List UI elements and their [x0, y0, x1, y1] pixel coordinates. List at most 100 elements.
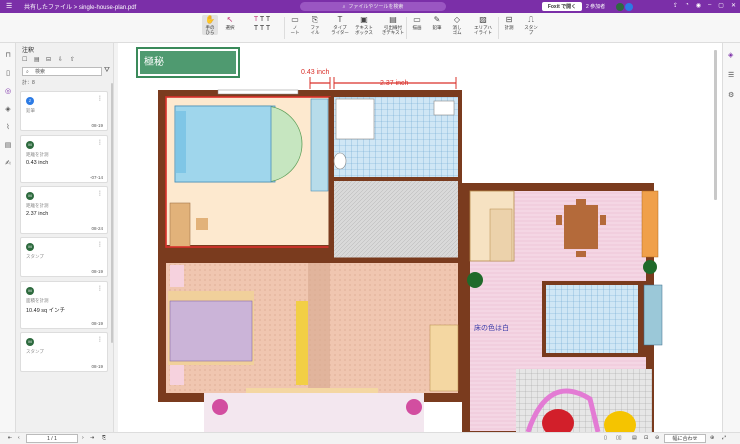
pages-icon[interactable]: ▯: [4, 69, 12, 77]
comments-icon[interactable]: ◎: [4, 87, 12, 95]
select-icon: ↖: [226, 15, 234, 24]
single-page-icon[interactable]: ▯: [604, 435, 607, 441]
fit-icon[interactable]: ⊡: [644, 435, 648, 441]
annotation-search-input[interactable]: ⌕ 検索: [22, 67, 102, 76]
text-squiggly-icon[interactable]: T: [266, 25, 270, 32]
breadcrumb[interactable]: 共有したファイル > single-house-plan.pdf: [24, 2, 136, 11]
text-highlight-icon[interactable]: T: [254, 16, 258, 23]
avatar: M: [26, 338, 34, 346]
tool-select[interactable]: ↖ 選択: [222, 15, 238, 30]
document-icon[interactable]: ▤: [4, 141, 12, 149]
tool-file[interactable]: ⎘ ファ イル: [308, 15, 322, 35]
document-canvas[interactable]: 極秘 0.43 inch 2.37 inch 床の色は白: [118, 43, 722, 432]
canvas-scrollbar[interactable]: [714, 50, 717, 200]
annotation-card[interactable]: M ⋮ 面積を計測 10.49 sq インチ 08-19: [20, 281, 108, 329]
search-input[interactable]: ⌕ ファイルやツールを検索: [300, 2, 446, 11]
text-replace-icon[interactable]: T: [260, 25, 264, 32]
more-icon[interactable]: ⋮: [97, 285, 103, 292]
tool-measure[interactable]: ⊟ 計測: [502, 15, 516, 30]
measure-label-1[interactable]: 0.43 inch: [301, 69, 329, 76]
filter-funnel-icon[interactable]: ⛛: [104, 67, 110, 75]
panel-scrollbar[interactable]: [111, 83, 113, 343]
minimize-icon[interactable]: –: [708, 2, 711, 9]
tool-area-highlight[interactable]: ▨ エリアハ イライト: [470, 15, 496, 35]
tool-pencil[interactable]: ✎ 鉛筆: [430, 15, 444, 30]
ai-assistant-icon[interactable]: ◈: [728, 51, 733, 59]
share-icon[interactable]: ⇪: [673, 2, 678, 9]
export-icon[interactable]: ⇧: [70, 56, 75, 63]
text-underline-icon[interactable]: T: [260, 16, 264, 23]
maximize-icon[interactable]: ▢: [718, 2, 724, 9]
expand-icon[interactable]: ▤: [34, 56, 40, 63]
annotation-card[interactable]: M ⋮ 距離を計測 0.43 inch -07-14: [20, 135, 108, 183]
next-page-icon[interactable]: ›: [82, 435, 84, 441]
import-icon[interactable]: ⇩: [58, 56, 63, 63]
open-in-foxit-button[interactable]: Foxit で開く: [542, 2, 582, 11]
avatar[interactable]: [616, 3, 624, 11]
page-back-icon[interactable]: ‹: [18, 435, 20, 441]
file-icon: ⎘: [311, 15, 319, 24]
window-controls: ⇪ ◔ ◉ – ▢ ✕: [673, 2, 736, 9]
more-icon[interactable]: ⋮: [97, 241, 103, 248]
tool-note[interactable]: ▭ ノ ート: [288, 15, 302, 35]
area-highlight-icon: ▨: [479, 15, 487, 24]
tool-eraser[interactable]: ◇ 消し ゴム: [450, 15, 464, 35]
more-icon[interactable]: ⋮: [97, 139, 103, 146]
measure-label-2[interactable]: 2.37 inch: [380, 80, 408, 87]
annotation-card[interactable]: Z ⋮ 鉛筆 08-19: [20, 91, 108, 131]
zoom-in-icon[interactable]: ⊕: [710, 435, 714, 441]
annotation-card[interactable]: M ⋮ スタンプ 08-19: [20, 332, 108, 372]
floor-note-text[interactable]: 床の色は白: [474, 323, 509, 333]
avatar: M: [26, 192, 34, 200]
panel-title: 注釈: [22, 48, 35, 54]
more-icon[interactable]: ⋮: [97, 190, 103, 197]
bell-icon[interactable]: ◔: [685, 2, 689, 9]
avatar[interactable]: [625, 3, 633, 11]
annotation-card[interactable]: M ⋮ スタンプ 08-19: [20, 237, 108, 277]
annotation-toolbar: ✋ 手の ひら ↖ 選択 T T T T T T ▭ ノ ート ⎘ ファ イル …: [0, 13, 740, 43]
close-icon[interactable]: ✕: [731, 2, 736, 9]
prev-page-icon[interactable]: ⇤: [8, 435, 12, 441]
last-page-icon[interactable]: ⇥: [90, 435, 94, 441]
page-number-input[interactable]: 1 / 1: [26, 434, 78, 443]
pencil-icon: ✎: [433, 15, 441, 24]
stamp-label[interactable]: 極秘: [144, 53, 164, 68]
signature-icon[interactable]: ✍: [4, 159, 12, 167]
collapse-icon[interactable]: ⊟: [46, 56, 51, 63]
avatar: M: [26, 243, 34, 251]
scroll-view-icon[interactable]: ▤: [632, 435, 637, 441]
text-markup-tools[interactable]: T T T T T T: [244, 15, 280, 33]
avatar: M: [26, 287, 34, 295]
text-strike-icon[interactable]: T: [266, 16, 270, 23]
more-icon[interactable]: ⋮: [97, 336, 103, 343]
tool-callout[interactable]: ▤ 引出線付 きテキスト: [378, 15, 408, 35]
user-icon[interactable]: ◉: [696, 2, 701, 9]
copy-page-icon[interactable]: ⎘: [102, 435, 106, 441]
tool-stamp[interactable]: ⎍ スタン プ: [522, 15, 540, 35]
text-insert-icon[interactable]: T: [254, 25, 258, 32]
tool-hand[interactable]: ✋ 手の ひら: [202, 15, 218, 35]
app-menu-icon[interactable]: ☰: [6, 2, 12, 10]
comment-icon[interactable]: ☰: [728, 71, 734, 79]
tool-textbox[interactable]: ▣ テキスト ボックス: [352, 15, 376, 35]
zoom-select[interactable]: 幅に合わせ: [664, 434, 706, 443]
more-icon[interactable]: ⋮: [97, 95, 103, 102]
status-bar: ⇤ ‹ 1 / 1 › ⇥ ⎘ ▯ ▯▯ ▤ ⊡ ⊖ 幅に合わせ ⊕ ⤢: [0, 432, 740, 444]
tool-typewriter[interactable]: T タイプ ライター: [330, 15, 350, 35]
bookmark-icon[interactable]: ⊓: [4, 51, 12, 59]
attachment-icon[interactable]: ⌇: [4, 123, 12, 131]
annotation-card[interactable]: M ⋮ 距離を計測 2.37 inch 08-24: [20, 186, 108, 234]
layers-icon[interactable]: ◈: [4, 105, 12, 113]
zoom-out-icon[interactable]: ⊖: [655, 435, 659, 441]
toolbar-divider: [406, 17, 407, 39]
filter-icon[interactable]: ☐: [22, 56, 27, 63]
properties-icon[interactable]: ⚙: [728, 91, 734, 99]
participant-avatars[interactable]: [616, 3, 633, 11]
toolbar-divider: [284, 17, 285, 39]
tool-draw[interactable]: ▭ 描画: [410, 15, 424, 30]
search-icon: ⌕: [26, 69, 29, 75]
shape-icon: ▭: [413, 15, 421, 24]
fullscreen-icon[interactable]: ⤢: [722, 435, 726, 441]
two-page-icon[interactable]: ▯▯: [616, 435, 622, 441]
avatar: M: [26, 141, 34, 149]
